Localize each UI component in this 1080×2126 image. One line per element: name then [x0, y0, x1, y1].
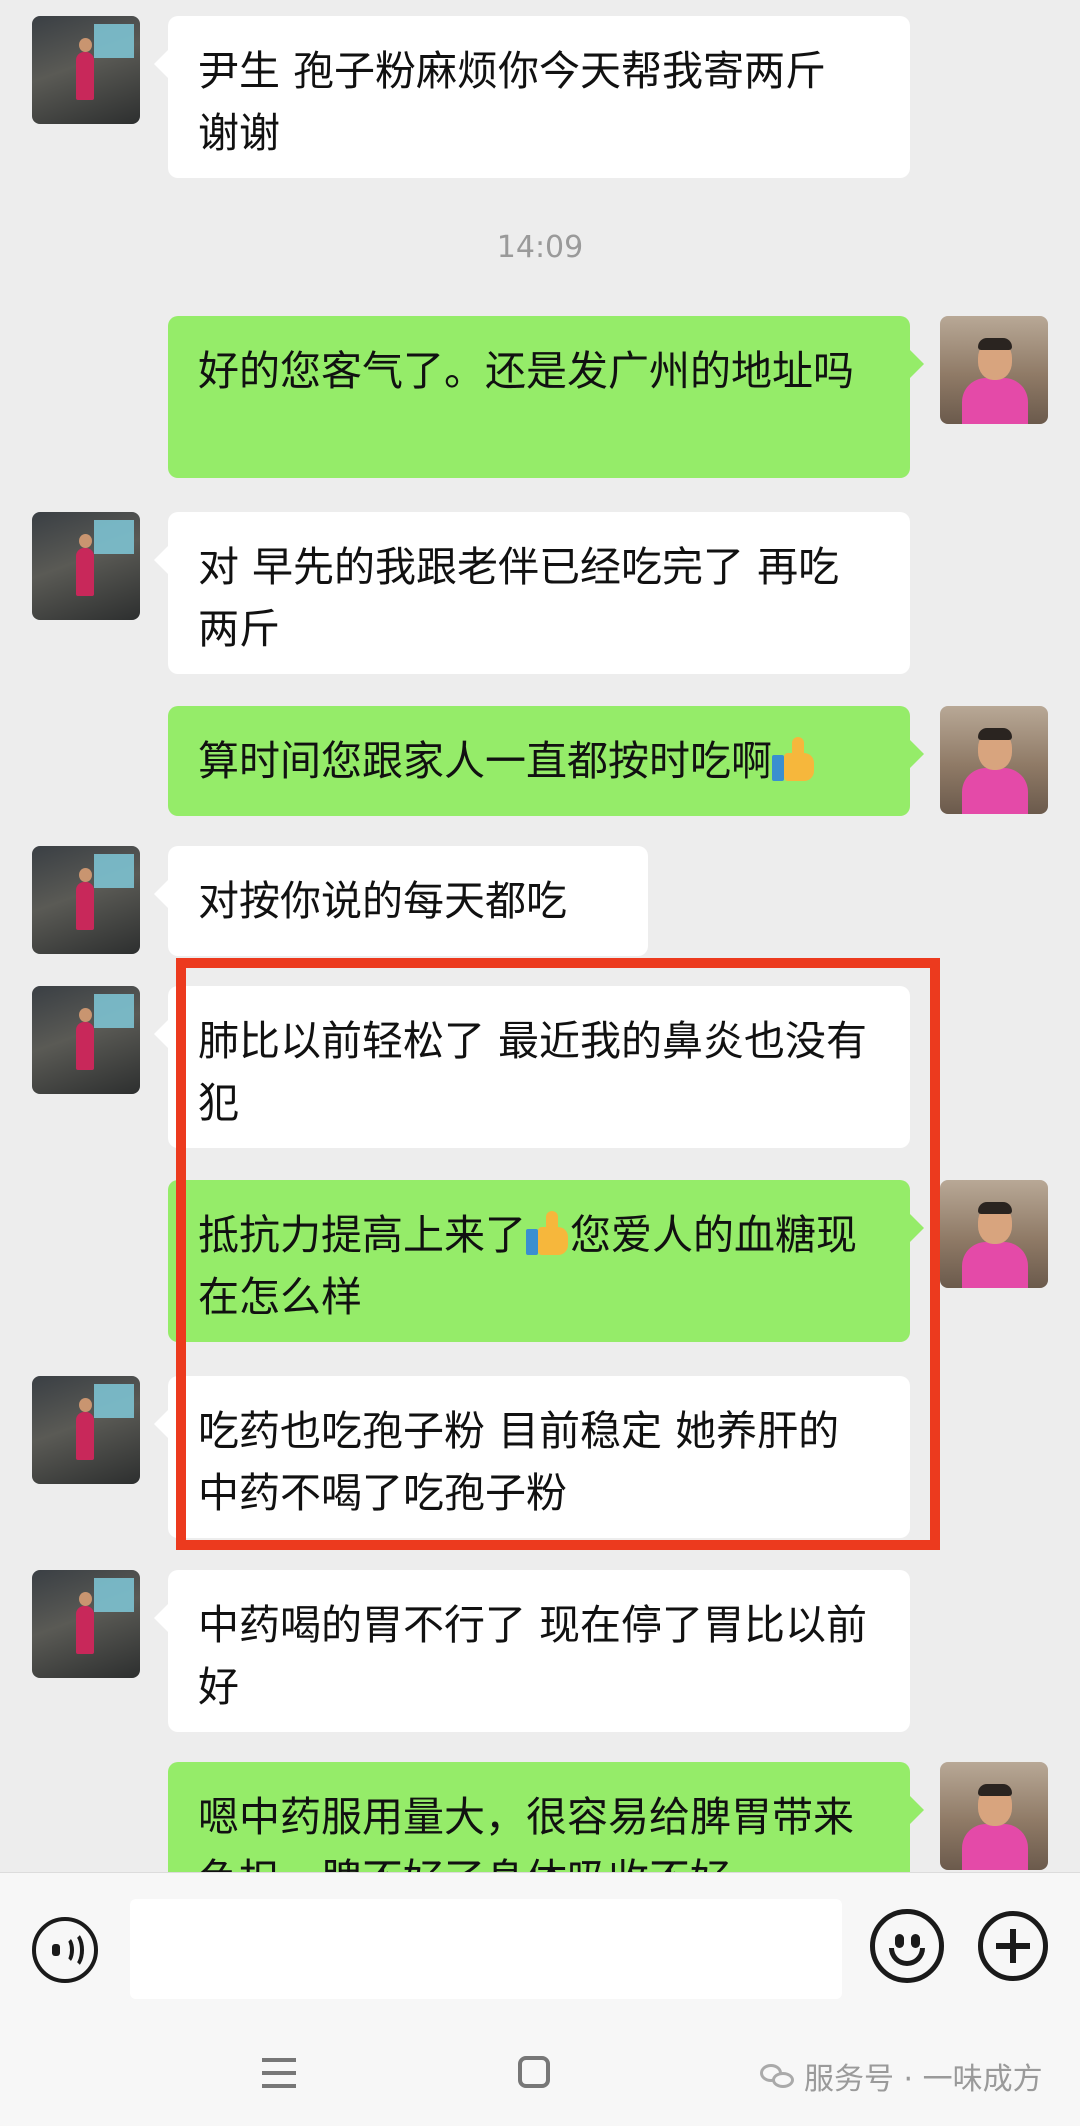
- watermark-text: 服务号 · 一味成方: [804, 2062, 1043, 2097]
- my-avatar[interactable]: [940, 1180, 1048, 1288]
- my-avatar[interactable]: [940, 1762, 1048, 1870]
- message-bubble-outgoing[interactable]: 嗯中药服用量大，很容易给脾胃带来负担，脾不好了身体吸收不好: [168, 1762, 924, 1872]
- my-avatar[interactable]: [940, 316, 1048, 424]
- thumbs-up-icon: [772, 737, 816, 781]
- contact-avatar[interactable]: [32, 1376, 140, 1484]
- message-bubble-incoming[interactable]: 尹生 孢子粉麻烦你今天帮我寄两斤 谢谢: [154, 16, 910, 178]
- timestamp: 14:09: [496, 230, 584, 265]
- message-bubble-incoming[interactable]: 对按你说的每天都吃: [154, 846, 648, 956]
- message-bubble-incoming[interactable]: 中药喝的胃不行了 现在停了胃比以前好: [154, 1570, 910, 1732]
- contact-avatar[interactable]: [32, 846, 140, 954]
- message-text: 对 早先的我跟老伴已经吃完了 再吃两斤: [198, 543, 840, 653]
- emoji-icon[interactable]: [870, 1909, 944, 1983]
- message-bubble-incoming[interactable]: 对 早先的我跟老伴已经吃完了 再吃两斤: [154, 512, 910, 674]
- contact-avatar[interactable]: [32, 1570, 140, 1678]
- message-text: 尹生 孢子粉麻烦你今天帮我寄两斤 谢谢: [198, 47, 827, 157]
- my-avatar[interactable]: [940, 706, 1048, 814]
- plus-icon[interactable]: [978, 1911, 1048, 1981]
- message-text: 好的您客气了。还是发广州的地址吗: [198, 347, 854, 395]
- system-nav-bar: 服务号 · 一味成方: [0, 2014, 1080, 2126]
- message-bubble-outgoing[interactable]: 算时间您跟家人一直都按时吃啊: [168, 706, 924, 816]
- message-input[interactable]: [130, 1899, 842, 1999]
- message-text: 算时间您跟家人一直都按时吃啊: [198, 737, 772, 785]
- message-text: 中药喝的胃不行了 现在停了胃比以前好: [198, 1601, 868, 1711]
- home-icon[interactable]: [518, 2056, 550, 2088]
- highlight-frame: [176, 958, 940, 1550]
- contact-avatar[interactable]: [32, 986, 140, 1094]
- message-bubble-outgoing[interactable]: 好的您客气了。还是发广州的地址吗: [168, 316, 924, 478]
- watermark: 服务号 · 一味成方: [760, 2054, 1043, 2098]
- input-bar: [0, 1872, 1080, 2015]
- wechat-icon: [760, 2062, 796, 2090]
- menu-icon[interactable]: [262, 2058, 296, 2088]
- voice-input-icon[interactable]: [32, 1917, 98, 1983]
- message-text: 对按你说的每天都吃: [198, 877, 567, 925]
- message-text: 嗯中药服用量大，很容易给脾胃带来负担，脾不好了身体吸收不好: [198, 1793, 854, 1872]
- chat-area[interactable]: 尹生 孢子粉麻烦你今天帮我寄两斤 谢谢 14:09 好的您客气了。还是发广州的地…: [0, 0, 1080, 1872]
- contact-avatar[interactable]: [32, 16, 140, 124]
- contact-avatar[interactable]: [32, 512, 140, 620]
